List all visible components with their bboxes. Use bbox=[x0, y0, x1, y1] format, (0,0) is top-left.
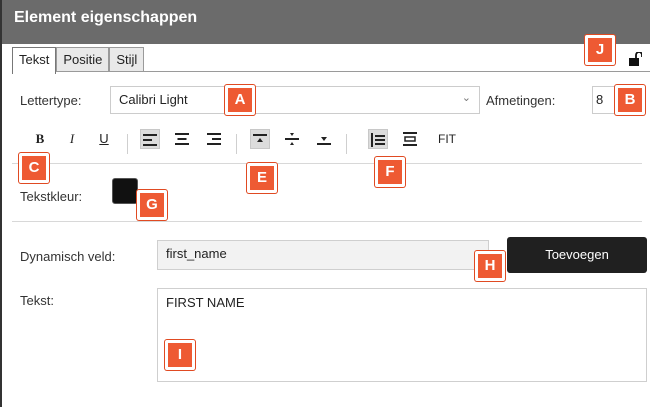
valign-middle-icon bbox=[285, 133, 299, 145]
text-textarea[interactable]: FIRST NAME bbox=[157, 288, 647, 382]
align-center-button[interactable] bbox=[172, 129, 192, 149]
text-wrap-button[interactable] bbox=[400, 129, 420, 149]
toolbar-separator bbox=[127, 134, 128, 154]
element-properties-panel: Element eigenschappen Tekst Positie Stij… bbox=[0, 0, 650, 407]
align-left-icon bbox=[143, 134, 157, 146]
section-divider bbox=[12, 221, 642, 222]
tab-bar: Tekst Positie Stijl bbox=[12, 47, 145, 74]
annotation-badge-g: G bbox=[137, 190, 167, 220]
valign-top-button[interactable] bbox=[250, 129, 270, 149]
annotation-badge-i: I bbox=[165, 340, 195, 370]
annotation-badge-c: C bbox=[19, 153, 49, 183]
size-label: Afmetingen: bbox=[486, 93, 556, 108]
dynamic-field-select[interactable]: first_name bbox=[157, 240, 489, 270]
tekst-tab-content: Lettertype: Calibri Light ⌄ Afmetingen: … bbox=[12, 72, 650, 407]
section-divider bbox=[12, 163, 642, 164]
annotation-badge-f: F bbox=[375, 157, 405, 187]
lock-open-icon[interactable] bbox=[628, 52, 642, 66]
annotation-badge-h: H bbox=[475, 251, 505, 281]
tab-tekst[interactable]: Tekst bbox=[12, 47, 57, 74]
font-select[interactable]: Calibri Light ⌄ bbox=[110, 86, 480, 114]
text-wrap-icon bbox=[403, 132, 417, 146]
line-spacing-button[interactable] bbox=[368, 129, 388, 149]
panel-title: Element eigenschappen bbox=[14, 9, 198, 26]
tab-positie[interactable]: Positie bbox=[56, 47, 110, 72]
annotation-badge-b: B bbox=[615, 85, 645, 115]
valign-middle-button[interactable] bbox=[282, 129, 302, 149]
title-bar: Element eigenschappen bbox=[2, 0, 650, 44]
add-field-button[interactable]: Toevoegen bbox=[507, 237, 647, 273]
align-center-icon bbox=[175, 133, 189, 145]
tab-stijl[interactable]: Stijl bbox=[109, 47, 145, 72]
annotation-badge-j: J bbox=[585, 35, 615, 65]
valign-bottom-button[interactable] bbox=[314, 129, 334, 149]
line-spacing-icon bbox=[371, 133, 385, 147]
toolbar-separator bbox=[236, 134, 237, 154]
chevron-down-icon: ⌄ bbox=[461, 92, 471, 104]
underline-button[interactable]: U bbox=[94, 129, 114, 149]
valign-bottom-icon bbox=[317, 137, 331, 145]
bold-button[interactable]: B bbox=[30, 129, 50, 149]
text-color-swatch[interactable] bbox=[112, 178, 138, 204]
toolbar-separator bbox=[346, 134, 347, 154]
align-right-icon bbox=[207, 133, 221, 145]
italic-button[interactable]: I bbox=[62, 129, 82, 149]
align-left-button[interactable] bbox=[140, 129, 160, 149]
valign-top-icon bbox=[253, 134, 267, 142]
font-select-value: Calibri Light bbox=[119, 92, 188, 107]
annotation-badge-a: A bbox=[225, 85, 255, 115]
fit-button[interactable]: FIT bbox=[432, 129, 462, 149]
align-right-button[interactable] bbox=[204, 129, 224, 149]
text-label: Tekst: bbox=[20, 293, 54, 308]
text-color-label: Tekstkleur: bbox=[20, 189, 83, 204]
dynamic-field-label: Dynamisch veld: bbox=[20, 249, 116, 264]
font-label: Lettertype: bbox=[20, 93, 82, 108]
annotation-badge-e: E bbox=[247, 163, 277, 193]
